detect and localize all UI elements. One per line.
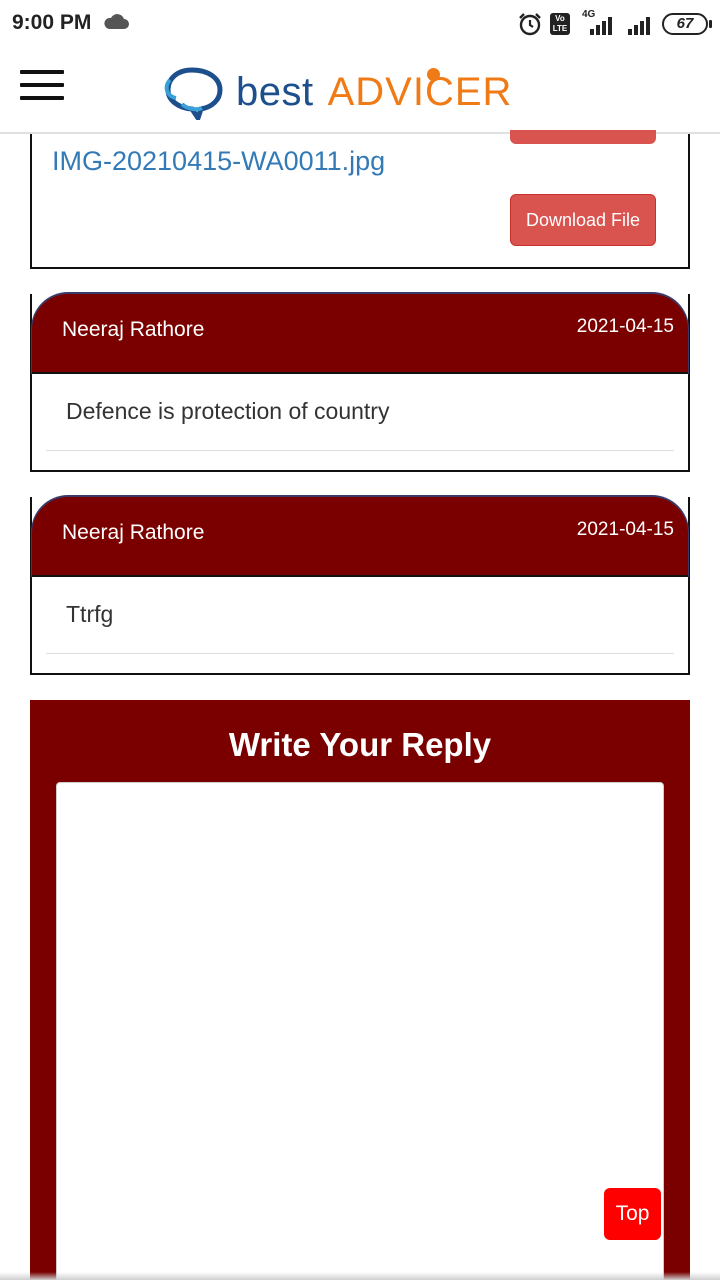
cloud-icon (104, 14, 129, 29)
scroll-top-button[interactable]: Top (604, 1188, 661, 1240)
comment-date: 2021-04-15 (576, 519, 674, 540)
status-bar: 9:00 PM Vo LTE 4G 67 (0, 0, 720, 48)
attachment-card: IMG-20210415-WA0011.jpg Download File (30, 130, 690, 269)
comment-card: Neeraj Rathore 2021-04-15 Defence is pro… (30, 294, 690, 472)
reply-section: Write Your Reply (30, 700, 690, 1280)
signal-icon (628, 17, 650, 35)
comment-header: Neeraj Rathore 2021-04-15 (32, 294, 688, 374)
comment-header: Neeraj Rathore 2021-04-15 (32, 497, 688, 577)
comment-body: Defence is protection of country (32, 374, 688, 470)
comment-author: Neeraj Rathore (62, 318, 205, 341)
alarm-icon (519, 13, 541, 36)
volte-icon: Vo LTE (550, 13, 570, 35)
logo-text-advicer-label: ADVICER (327, 69, 513, 114)
download-file-button[interactable]: Download File (510, 194, 656, 246)
reply-title: Write Your Reply (228, 726, 492, 763)
reply-input[interactable] (56, 782, 664, 1280)
bottom-edge (0, 1272, 720, 1280)
battery-icon: 67 (662, 13, 712, 35)
status-icons: Vo LTE 4G 67 (518, 9, 712, 38)
comment-text: Ttrfg (66, 601, 114, 627)
signal-4g-icon: 4G (578, 9, 618, 37)
comment-text: Defence is protection of country (66, 398, 390, 424)
comment-author: Neeraj Rathore (62, 521, 205, 544)
comment-date: 2021-04-15 (576, 316, 674, 337)
divider (46, 450, 674, 451)
logo[interactable]: best ADVICER (162, 62, 512, 122)
logo-text-best: best (236, 69, 314, 114)
attachment-file-link[interactable]: IMG-20210415-WA0011.jpg (52, 146, 385, 177)
comment-card: Neeraj Rathore 2021-04-15 Ttrfg (30, 497, 690, 675)
comment-body: Ttrfg (32, 577, 688, 673)
chat-bubble-logo-icon (164, 67, 223, 120)
logo-text-advicer: ADVICER (327, 67, 513, 115)
logo-dot (426, 67, 440, 81)
button-partial[interactable] (510, 130, 656, 144)
app-header: best ADVICER (0, 48, 720, 134)
divider (46, 653, 674, 654)
hamburger-icon[interactable] (20, 70, 64, 100)
status-time: 9:00 PM (12, 11, 92, 34)
